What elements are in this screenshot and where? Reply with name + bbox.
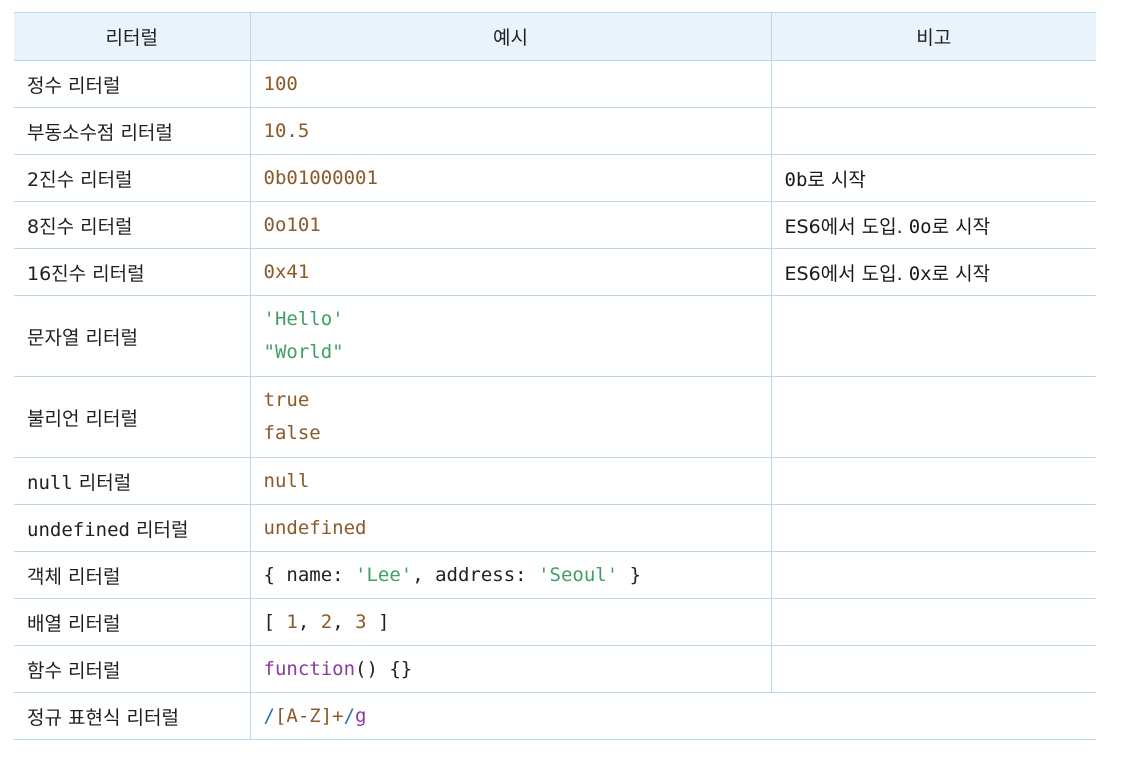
table-row: 함수 리터럴 function() {} — [14, 645, 1096, 693]
code-part: / — [343, 705, 356, 727]
literal-note — [771, 645, 1096, 693]
literal-example: 10.5 — [250, 107, 772, 155]
code-part: , — [297, 611, 321, 633]
note-text: 로 시작 — [931, 215, 991, 238]
literal-name: 부동소수점 리터럴 — [14, 107, 251, 155]
header-row: 리터럴 예시 비고 — [14, 12, 1096, 61]
literal-name: 배열 리터럴 — [14, 598, 251, 646]
code-part: [A-Z]+ — [274, 705, 344, 727]
literal-note: 0b로 시작 — [771, 154, 1096, 202]
literal-example: function() {} — [250, 645, 772, 693]
code-part: 1 — [286, 611, 298, 633]
table-row: 객체 리터럴 { name: 'Lee', address: 'Seoul' } — [14, 551, 1096, 599]
example-code-line: true — [263, 389, 310, 411]
example-code: null — [263, 470, 310, 492]
table-row: 2진수 리터럴 0b01000001 0b로 시작 — [14, 154, 1096, 202]
literal-note — [771, 551, 1096, 599]
table-row: 배열 리터럴 [ 1, 2, 3 ] — [14, 598, 1096, 646]
table-row: 문자열 리터럴 'Hello' "World" — [14, 295, 1096, 377]
example-code-line: false — [263, 422, 321, 444]
name-code: null — [27, 471, 73, 494]
literal-name: undefined 리터럴 — [14, 504, 251, 552]
code-part: function — [263, 658, 356, 680]
literal-name: 객체 리터럴 — [14, 551, 251, 599]
example-code-line: "World" — [263, 341, 344, 363]
literal-name: 문자열 리터럴 — [14, 295, 251, 377]
literal-example: 0x41 — [250, 248, 772, 296]
name-text: 리터럴 — [129, 518, 189, 541]
table-row: 부동소수점 리터럴 10.5 — [14, 107, 1096, 155]
literal-example: null — [250, 457, 772, 505]
table-row: 8진수 리터럴 0o101 ES6에서 도입. 0o로 시작 — [14, 201, 1096, 249]
literal-name: 2진수 리터럴 — [14, 154, 251, 202]
example-code: undefined — [263, 517, 367, 539]
literal-name: 정수 리터럴 — [14, 60, 251, 108]
code-part: / — [263, 705, 275, 727]
literal-name: 8진수 리터럴 — [14, 201, 251, 249]
header-example: 예시 — [250, 12, 772, 61]
literal-note — [771, 60, 1096, 108]
code-part: [ — [263, 611, 287, 633]
literal-example: 100 — [250, 60, 772, 108]
code-part: , — [332, 611, 356, 633]
code-part: 3 — [355, 611, 367, 633]
literal-note — [771, 598, 1096, 646]
literal-example: 'Hello' "World" — [250, 295, 772, 377]
code-part: 'Seoul' — [538, 564, 619, 586]
code-part: { name: — [263, 564, 356, 586]
literal-table: 리터럴 예시 비고 정수 리터럴 100 부동소수점 리터럴 10.5 2진수 … — [14, 12, 1096, 740]
note-text-prefix: ES6에서 도입. — [784, 215, 909, 238]
example-code: 0x41 — [263, 261, 310, 283]
example-code: 100 — [263, 73, 298, 95]
literal-example: 0b01000001 — [250, 154, 772, 202]
code-part: , address: — [412, 564, 539, 586]
literal-name: 함수 리터럴 — [14, 645, 251, 693]
literal-example: 0o101 — [250, 201, 772, 249]
note-text: 로 시작 — [807, 168, 866, 191]
literal-example: undefined — [250, 504, 772, 552]
literal-example: true false — [250, 376, 772, 458]
table-row: 정규 표현식 리터럴 /[A-Z]+/g — [14, 692, 1096, 740]
literal-name: 16진수 리터럴 — [14, 248, 251, 296]
note-text: 로 시작 — [931, 262, 991, 285]
name-text: 리터럴 — [72, 471, 132, 494]
literal-name: 불리언 리터럴 — [14, 376, 251, 458]
literal-note: ES6에서 도입. 0o로 시작 — [771, 201, 1096, 249]
literal-note — [771, 504, 1096, 552]
literal-note — [771, 457, 1096, 505]
code-part: 'Lee' — [355, 564, 413, 586]
header-literal: 리터럴 — [14, 12, 251, 61]
literal-note — [771, 107, 1096, 155]
literal-example: [ 1, 2, 3 ] — [250, 598, 772, 646]
literal-example: { name: 'Lee', address: 'Seoul' } — [250, 551, 772, 599]
example-code: 0o101 — [263, 214, 321, 236]
literal-note: ES6에서 도입. 0x로 시작 — [771, 248, 1096, 296]
header-note: 비고 — [771, 12, 1096, 61]
literal-example: /[A-Z]+/g — [250, 692, 1096, 740]
code-part: } — [618, 564, 642, 586]
table-row: null 리터럴 null — [14, 457, 1096, 505]
literal-note — [771, 295, 1096, 377]
literal-name: 정규 표현식 리터럴 — [14, 692, 251, 740]
literal-name: null 리터럴 — [14, 457, 251, 505]
note-code: 0b — [784, 168, 808, 191]
example-code-line: 'Hello' — [263, 308, 344, 330]
example-code: 0b01000001 — [263, 167, 378, 189]
code-part: () {} — [355, 658, 413, 680]
code-part: 2 — [320, 611, 333, 633]
note-code: 0x — [908, 262, 932, 285]
code-part: g — [355, 705, 367, 727]
code-part: ] — [366, 611, 390, 633]
literal-note — [771, 376, 1096, 458]
note-code: 0o — [908, 215, 932, 238]
table-row: 16진수 리터럴 0x41 ES6에서 도입. 0x로 시작 — [14, 248, 1096, 296]
table-row: 정수 리터럴 100 — [14, 60, 1096, 108]
table-row: undefined 리터럴 undefined — [14, 504, 1096, 552]
note-text-prefix: ES6에서 도입. — [784, 262, 909, 285]
table-row: 불리언 리터럴 true false — [14, 376, 1096, 458]
name-code: undefined — [27, 518, 130, 541]
example-code: 10.5 — [263, 120, 310, 142]
